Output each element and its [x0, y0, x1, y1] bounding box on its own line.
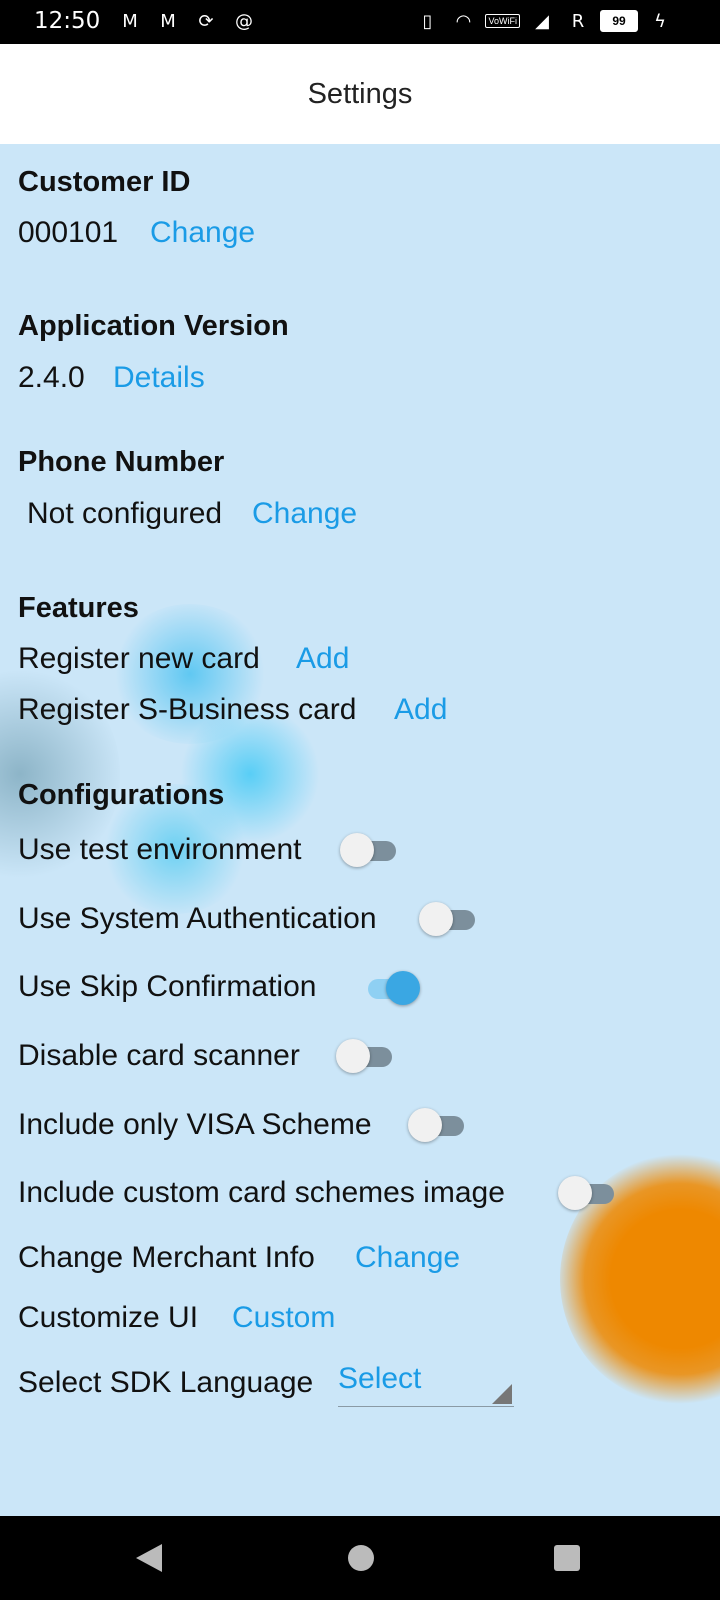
- vibrate-icon: ▯: [422, 10, 433, 32]
- charging-icon: ϟ: [654, 10, 666, 32]
- system-nav-bar: [0, 1516, 720, 1600]
- signal-icon: ◢: [535, 10, 549, 32]
- notification-icons: M M ⟳ @: [116, 9, 258, 33]
- version-details-button[interactable]: Details: [113, 361, 205, 395]
- gmail-icon: M: [122, 10, 138, 32]
- customize-ui-button[interactable]: Custom: [232, 1301, 335, 1335]
- status-bar: 12:50 M M ⟳ @ ▯ ◠ VoWiFi ◢ R 99 ϟ: [0, 0, 720, 44]
- visa-scheme-toggle[interactable]: [408, 1107, 468, 1143]
- phone-number-value: Not configured: [27, 497, 223, 530]
- toggle-thumb: [336, 1039, 370, 1073]
- change-phone-button[interactable]: Change: [252, 497, 357, 531]
- test-environment-label: Use test environment: [18, 833, 302, 866]
- configurations-title: Configurations: [18, 779, 225, 811]
- toggle-thumb: [408, 1108, 442, 1142]
- sdk-language-value: Select: [338, 1362, 422, 1395]
- wifi-icon: ◠: [455, 10, 472, 32]
- change-customer-id-button[interactable]: Change: [150, 216, 255, 250]
- toggle-thumb: [386, 971, 420, 1005]
- app-version-title: Application Version: [18, 310, 289, 342]
- dropdown-arrow-icon: [492, 1384, 512, 1404]
- back-icon[interactable]: [136, 1544, 162, 1572]
- add-sbusiness-card-button[interactable]: Add: [394, 693, 447, 727]
- custom-card-schemes-toggle[interactable]: [558, 1175, 618, 1211]
- visa-scheme-label: Include only VISA Scheme: [18, 1108, 372, 1141]
- sync-icon: ⟳: [198, 10, 214, 32]
- customize-ui-label: Customize UI: [18, 1301, 199, 1334]
- app-version-value: 2.4.0: [18, 361, 85, 394]
- change-merchant-info-button[interactable]: Change: [355, 1241, 460, 1275]
- test-environment-toggle[interactable]: [340, 832, 400, 868]
- skip-confirmation-label: Use Skip Confirmation: [18, 970, 317, 1003]
- skip-confirmation-toggle[interactable]: [362, 970, 422, 1006]
- custom-card-schemes-label: Include custom card schemes image: [18, 1176, 505, 1209]
- roaming-indicator: R: [571, 10, 585, 32]
- status-time: 12:50: [34, 8, 101, 34]
- page-title: Settings: [307, 77, 413, 110]
- toggle-thumb: [419, 902, 453, 936]
- toggle-thumb: [558, 1176, 592, 1210]
- battery-icon: 99: [600, 10, 638, 32]
- features-title: Features: [18, 592, 139, 624]
- settings-content[interactable]: Customer ID 000101 Change Application Ve…: [0, 144, 720, 1516]
- recent-apps-icon[interactable]: [554, 1545, 580, 1571]
- home-icon[interactable]: [348, 1545, 374, 1571]
- merchant-info-label: Change Merchant Info: [18, 1241, 315, 1274]
- register-sbusiness-card-label: Register S-Business card: [18, 693, 357, 726]
- disable-card-scanner-label: Disable card scanner: [18, 1039, 300, 1072]
- at-icon: @: [235, 10, 253, 32]
- vowifi-icon: VoWiFi: [485, 14, 520, 28]
- customer-id-title: Customer ID: [18, 166, 191, 198]
- system-authentication-label: Use System Authentication: [18, 902, 377, 935]
- phone-number-title: Phone Number: [18, 446, 225, 478]
- system-icons: ▯ ◠ VoWiFi ◢ R 99 ϟ: [413, 9, 674, 33]
- gmail-icon: M: [160, 10, 176, 32]
- customer-id-value: 000101: [18, 216, 119, 249]
- app-header: Settings: [0, 44, 720, 144]
- sdk-language-select[interactable]: Select: [338, 1362, 514, 1407]
- disable-card-scanner-toggle[interactable]: [336, 1038, 396, 1074]
- system-authentication-toggle[interactable]: [419, 901, 479, 937]
- sdk-language-label: Select SDK Language: [18, 1366, 314, 1399]
- toggle-thumb: [340, 833, 374, 867]
- register-new-card-label: Register new card: [18, 642, 260, 675]
- add-new-card-button[interactable]: Add: [296, 642, 349, 676]
